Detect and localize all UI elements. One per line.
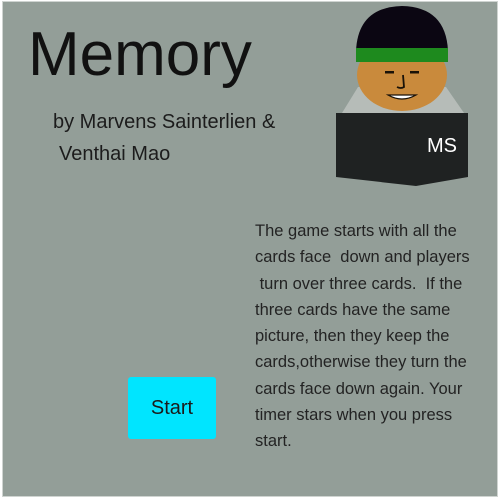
author-credit: by Marvens Sainterlien & Venthai Mao bbox=[53, 106, 323, 170]
instructions-line: cards,otherwise they turn the bbox=[255, 353, 467, 372]
avatar-right-eye bbox=[410, 71, 419, 74]
game-screen: Memory by Marvens Sainterlien & Venthai … bbox=[2, 1, 498, 497]
instructions-line: picture, then they keep the bbox=[255, 327, 450, 346]
game-instructions: The game starts with all the cards face … bbox=[255, 218, 497, 455]
instructions-line: The game starts with all the bbox=[255, 222, 457, 240]
instructions-line: timer stars when you press bbox=[255, 406, 453, 425]
author-credit-line-2: Venthai Mao bbox=[59, 143, 171, 165]
instructions-line: three cards have the same bbox=[255, 300, 451, 319]
author-avatar: MS bbox=[336, 6, 468, 186]
instructions-line: turn over three cards. If the bbox=[255, 274, 463, 293]
instructions-line: cards face down and players bbox=[255, 248, 470, 267]
avatar-cap-band bbox=[356, 48, 448, 62]
avatar-cap bbox=[356, 6, 448, 51]
game-title: Memory bbox=[28, 20, 252, 89]
avatar-badge-text: MS bbox=[427, 135, 457, 157]
author-credit-line-1: by Marvens Sainterlien & bbox=[53, 111, 276, 133]
instructions-line: start. bbox=[255, 432, 292, 451]
avatar-left-eye bbox=[385, 71, 394, 74]
instructions-line: cards face down again. Your bbox=[255, 379, 463, 398]
start-button[interactable]: Start bbox=[128, 377, 216, 439]
